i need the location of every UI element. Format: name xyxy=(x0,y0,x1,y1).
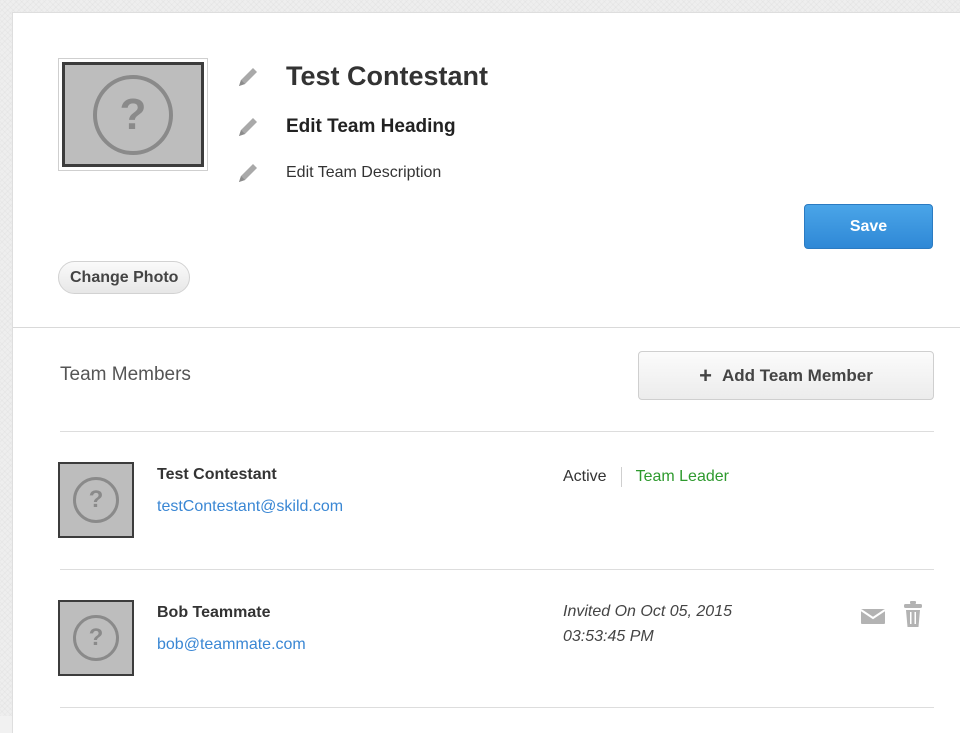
invited-date-line: Invited On Oct 05, 2015 xyxy=(563,603,732,620)
avatar: ? xyxy=(58,600,134,676)
member-name: Test Contestant xyxy=(157,466,277,483)
envelope-icon[interactable] xyxy=(860,606,886,631)
member-status: Active Team Leader xyxy=(563,467,729,487)
question-mark-icon: ? xyxy=(93,74,173,155)
add-team-member-button[interactable]: + Add Team Member xyxy=(638,351,934,400)
team-card: ? Test Contestant Edit Team Heading Edit… xyxy=(12,12,960,733)
team-description[interactable]: Edit Team Description xyxy=(286,164,441,182)
team-heading[interactable]: Edit Team Heading xyxy=(286,116,456,138)
team-members-title: Team Members xyxy=(60,364,191,385)
trash-icon[interactable] xyxy=(903,600,923,633)
team-name[interactable]: Test Contestant xyxy=(286,61,488,92)
invited-time-line: 03:53:45 PM xyxy=(563,628,654,645)
team-name-row[interactable]: Test Contestant xyxy=(235,61,488,92)
avatar: ? xyxy=(58,462,134,538)
change-photo-button[interactable]: Change Photo xyxy=(58,261,191,294)
pencil-icon[interactable] xyxy=(235,160,261,186)
save-button[interactable]: Save xyxy=(804,204,933,249)
status-label: Active xyxy=(563,468,607,485)
row-divider xyxy=(60,569,934,570)
invited-date: Invited On Oct 05, 2015 03:53:45 PM xyxy=(563,599,732,649)
plus-icon: + xyxy=(699,362,713,388)
team-description-row[interactable]: Edit Team Description xyxy=(235,160,441,186)
section-divider xyxy=(13,327,960,328)
role-label: Team Leader xyxy=(635,468,729,485)
team-photo: ? xyxy=(58,58,208,171)
pencil-icon[interactable] xyxy=(235,114,261,140)
pencil-icon[interactable] xyxy=(235,64,261,90)
question-mark-icon: ? xyxy=(73,615,119,661)
question-mark-icon: ? xyxy=(73,477,119,523)
member-name: Bob Teammate xyxy=(157,604,271,621)
team-heading-row[interactable]: Edit Team Heading xyxy=(235,114,456,140)
member-email-link[interactable]: bob@teammate.com xyxy=(157,636,306,654)
row-divider xyxy=(60,431,934,432)
add-team-member-label: Add Team Member xyxy=(722,365,873,385)
team-photo-placeholder: ? xyxy=(62,62,204,167)
row-divider xyxy=(60,707,934,708)
status-separator xyxy=(620,467,622,487)
member-email-link[interactable]: testContestant@skild.com xyxy=(157,498,343,516)
